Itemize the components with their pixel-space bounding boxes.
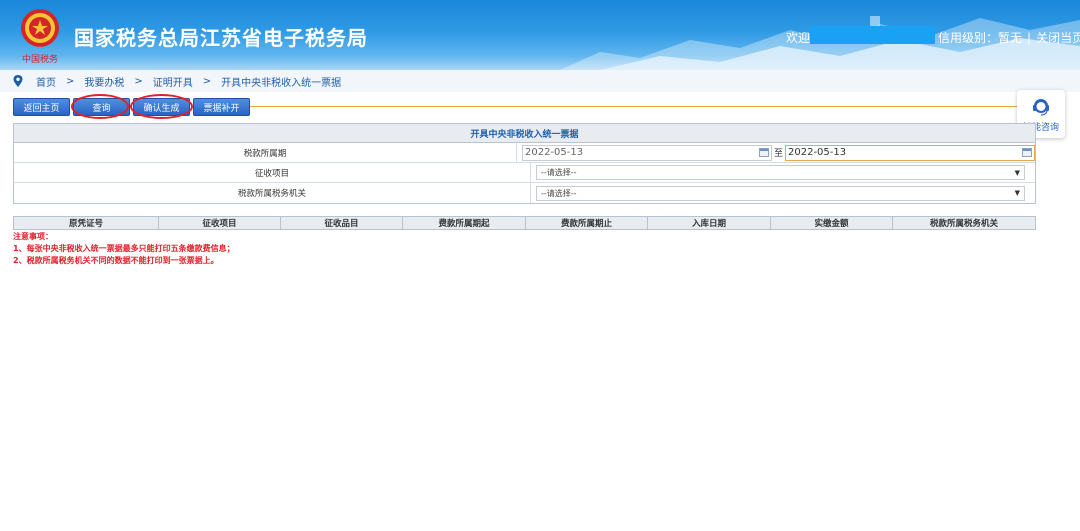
col-levy-category: 征收品目 [281, 217, 403, 229]
query-button[interactable]: 查询 [73, 98, 130, 116]
site-title: 国家税务总局江苏省电子税务局 [74, 26, 368, 50]
username-redacted [810, 26, 935, 44]
period-to-label: 至 [773, 149, 783, 159]
breadcrumb-current-page: 开具中央非税收入统一票据 [221, 77, 342, 89]
toolbar: 返回主页 查询 确认生成 票据补开 [13, 98, 250, 116]
receipt-form: 开具中央非税收入统一票据 税款所属期 2022-05-13 至 2022-05-… [13, 123, 1036, 204]
dropdown-arrow-icon: ▼ [1014, 168, 1020, 177]
notes: 注意事项： 1、每张中央非税收入统一票据最多只能打印五条缴款费信息； 2、税款所… [13, 231, 235, 267]
location-pin-icon [13, 75, 23, 87]
breadcrumb-arrow: > [202, 75, 212, 87]
close-page-link[interactable]: 关闭当页 [1036, 31, 1080, 45]
period-end-value: 2022-05-13 [788, 147, 847, 158]
emblem-caption: 中国税务 [22, 53, 58, 64]
breadcrumb-arrow: > [134, 75, 143, 87]
tax-authority-value: --请选择-- [541, 188, 577, 198]
headset-icon [1033, 98, 1049, 116]
period-label: 税款所属期 [14, 143, 517, 162]
breadcrumb-arrow: > [66, 75, 75, 87]
credit-level: 信用级别：暂无 [938, 31, 1023, 45]
calendar-icon[interactable] [758, 148, 769, 157]
toolbar-divider [250, 106, 1030, 107]
return-home-button[interactable]: 返回主页 [13, 98, 70, 116]
tax-authority-label: 税款所属税务机关 [14, 183, 531, 203]
notes-title: 注意事项： [13, 232, 53, 241]
welcome-text: 欢迎 [786, 31, 811, 45]
header-banner: 中国税务 国家税务总局江苏省电子税务局 欢迎 信用级别：暂无 | 关闭当页 [0, 0, 1080, 70]
tax-authority-select[interactable]: --请选择-- ▼ [536, 185, 1025, 201]
breadcrumb-tax-handling[interactable]: 我要办税 [84, 74, 124, 89]
tax-emblem-logo: 中国税务 [16, 6, 64, 66]
col-period-start: 费款所属期起 [403, 217, 526, 229]
levy-item-value: --请选择-- [541, 168, 577, 177]
calendar-icon[interactable] [1022, 148, 1032, 157]
period-start-value: 2022-05-13 [524, 147, 584, 158]
breadcrumb-certificate[interactable]: 证明开具 [153, 74, 193, 89]
levy-item-select[interactable]: --请选择-- ▼ [536, 165, 1025, 180]
dropdown-arrow-icon: ▼ [1014, 189, 1020, 197]
form-row-period: 税款所属期 2022-05-13 至 2022-05-13 [14, 143, 1035, 163]
breadcrumb: 首页 > 我要办税 > 证明开具 > 开具中央非税收入统一票据 [0, 70, 1080, 92]
form-row-levy-item: 征收项目 --请选择-- ▼ [14, 163, 1035, 183]
result-table-header: 原凭证号 征收项目 征收品目 费款所属期起 费款所属期止 入库日期 实缴金额 税… [13, 216, 1036, 230]
col-storage-date: 入库日期 [648, 217, 771, 229]
col-period-end: 费款所属期止 [526, 217, 648, 229]
period-field: 2022-05-13 至 2022-05-13 [517, 143, 1035, 162]
form-title: 开具中央非税收入统一票据 [14, 124, 1035, 143]
col-original-voucher: 原凭证号 [14, 217, 159, 229]
period-start-input[interactable]: 2022-05-13 [521, 144, 772, 161]
form-row-tax-authority: 税款所属税务机关 --请选择-- ▼ [14, 183, 1035, 203]
note-item-2: 2、税款所属税务机关不同的数据不能打印到一张票据上。 [13, 256, 219, 265]
tax-authority-field: --请选择-- ▼ [531, 183, 1035, 203]
levy-item-label: 征收项目 [14, 163, 531, 182]
col-paid-amount: 实缴金额 [771, 217, 893, 229]
reissue-receipt-button[interactable]: 票据补开 [193, 98, 250, 116]
levy-item-field: --请选择-- ▼ [531, 163, 1035, 182]
note-item-1: 1、每张中央非税收入统一票据最多只能打印五条缴款费信息； [13, 244, 235, 253]
separator: | [1027, 31, 1032, 45]
breadcrumb-home[interactable]: 首页 [36, 74, 56, 89]
confirm-generate-button[interactable]: 确认生成 [133, 98, 190, 116]
user-info: 信用级别：暂无 | 关闭当页 [938, 29, 1080, 46]
col-levy-item: 征收项目 [159, 217, 281, 229]
period-end-input[interactable]: 2022-05-13 [785, 144, 1035, 161]
col-tax-authority: 税款所属税务机关 [929, 219, 998, 229]
